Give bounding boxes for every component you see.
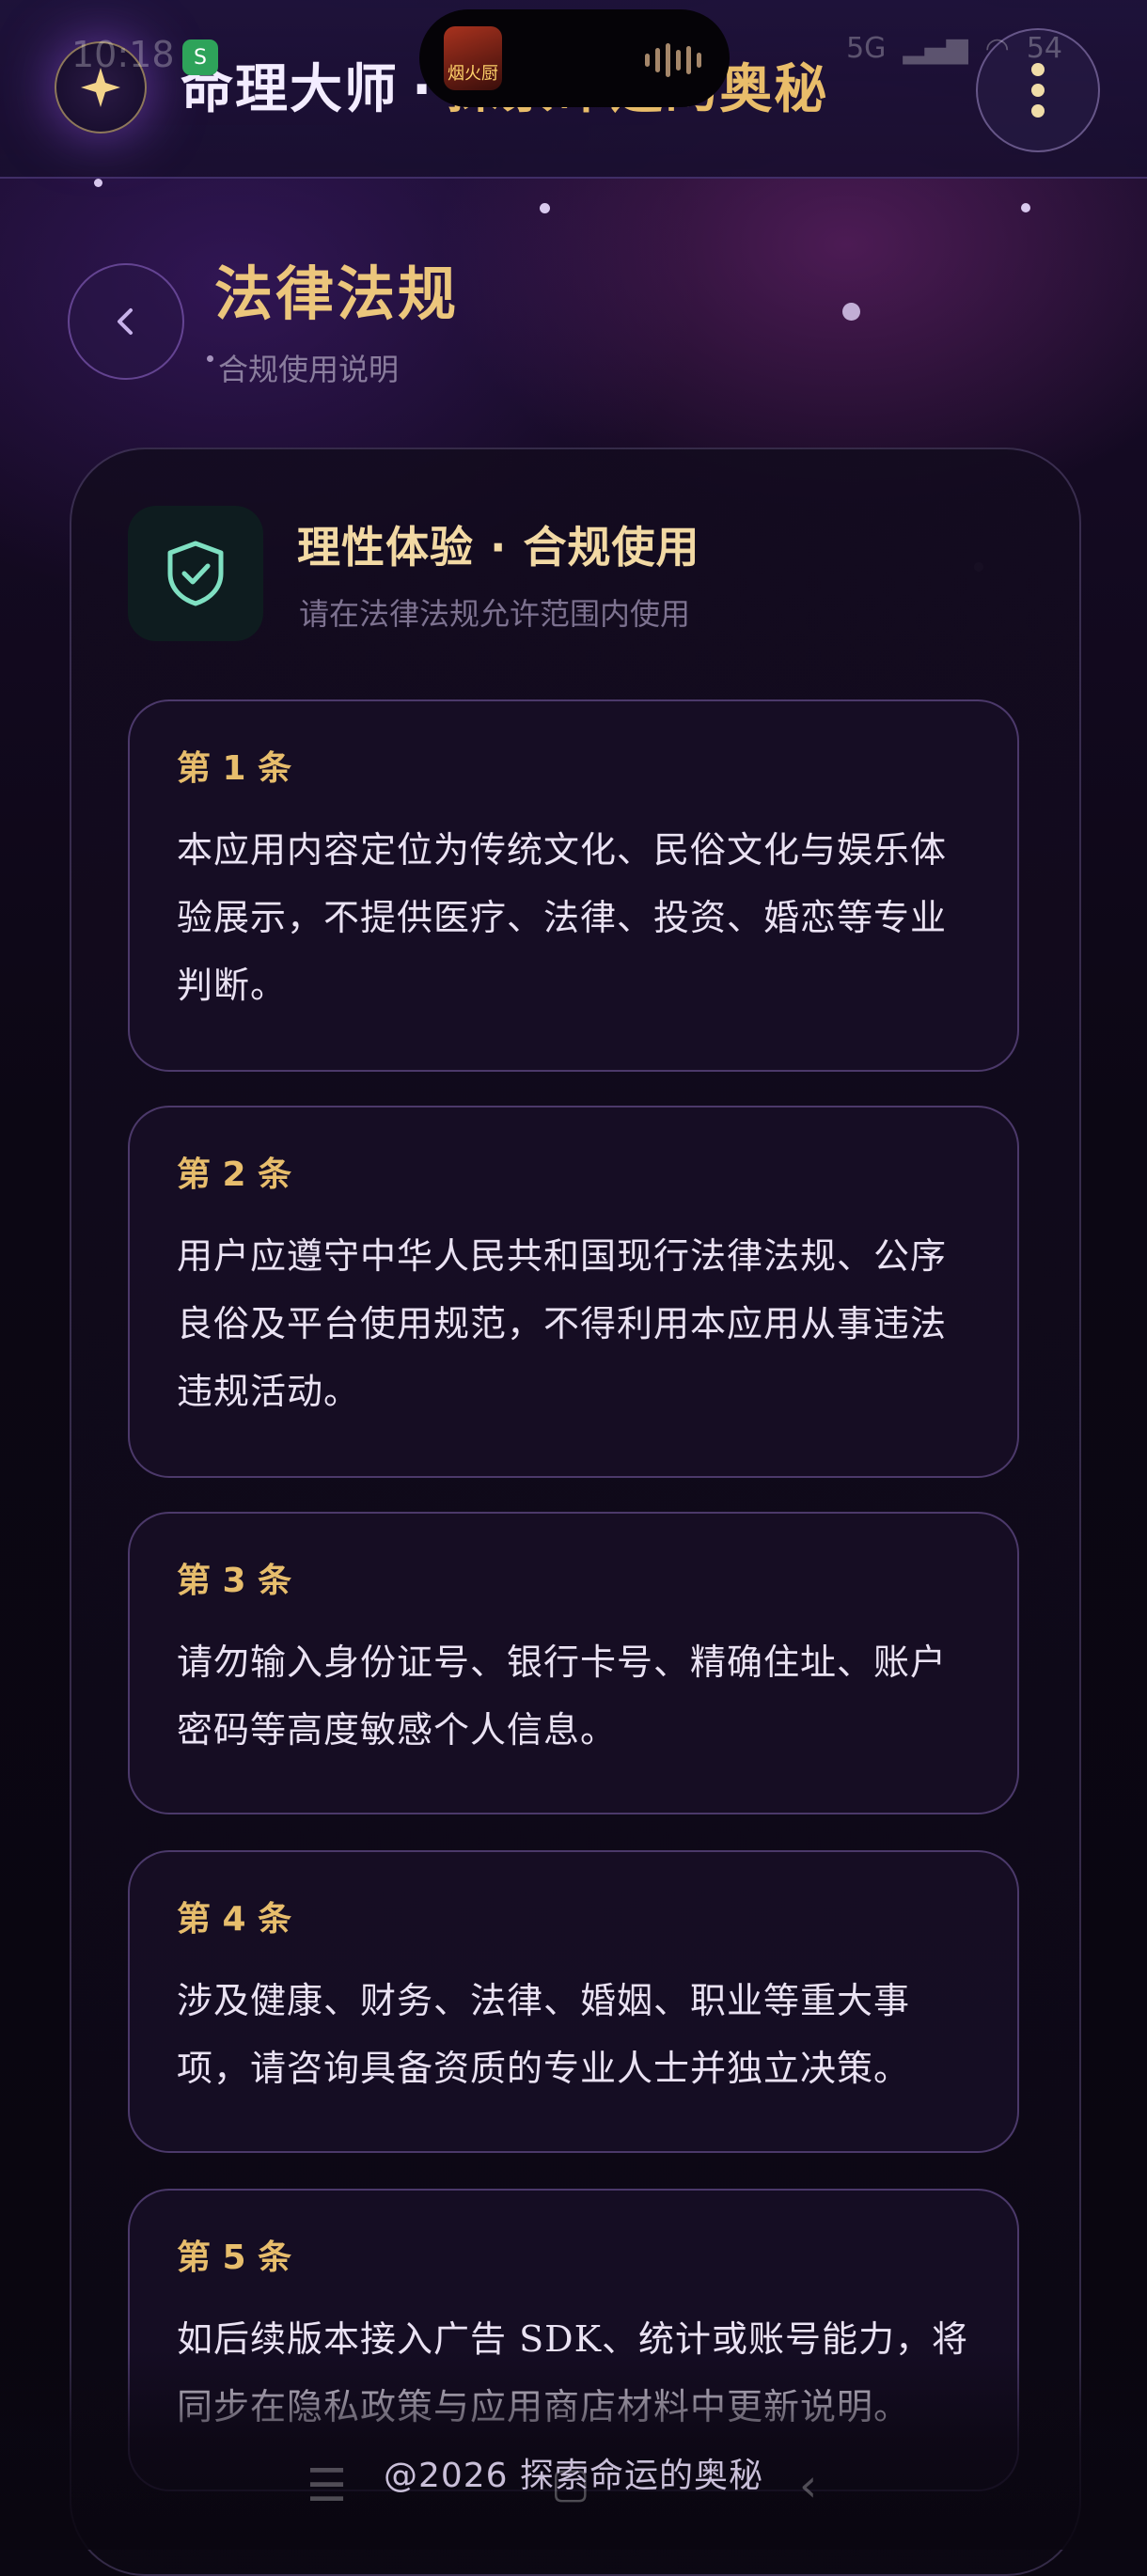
star-decoration [842, 303, 860, 321]
signal-icon: ▂▄▆ [903, 32, 968, 65]
footer-copyright: @2026 探索命运的奥秘 [383, 2457, 764, 2495]
page-subtitle: 合规使用说明 [218, 352, 400, 387]
shield-badge [128, 506, 263, 641]
more-dot [1031, 104, 1045, 118]
star-decoration [94, 179, 102, 187]
network-label: 5G [846, 32, 887, 65]
star-decoration [1021, 203, 1030, 212]
audio-wave-icon [645, 43, 701, 77]
status-icons: 5G ▂▄▆ ◠ 54 [846, 32, 1062, 65]
article-text: 请勿输入身份证号、银行卡号、精确住址、账户密码等高度敏感个人信息。 [177, 1641, 948, 1751]
card-subtitle: 请在法律法规允许范围内使用 [299, 596, 691, 632]
card-title: 理性体验 · 合规使用 [297, 522, 700, 573]
notification-app-icon: S [182, 39, 218, 75]
article-text: 涉及健康、财务、法律、婚姻、职业等重大事项，请咨询具备资质的专业人士并独立决策。 [177, 1980, 911, 2089]
wifi-icon: ◠ [984, 32, 1010, 65]
star-decoration [540, 203, 550, 213]
media-thumbnail-label: 烟火厨 [448, 64, 498, 84]
status-bar: 10:18 S 烟火厨 5G ▂▄▆ ◠ 54 [0, 0, 1147, 107]
status-time: 10:18 [71, 34, 175, 75]
article-text: 本应用内容定位为传统文化、民俗文化与娱乐体验展示，不提供医疗、法律、投资、婚恋等… [177, 829, 948, 1006]
chevron-left-icon [118, 308, 133, 335]
article-label: 第 2 条 [177, 1155, 292, 1194]
shield-check-icon [167, 541, 224, 606]
article-label: 第 5 条 [177, 2238, 292, 2277]
battery-level: 54 [1026, 32, 1062, 65]
media-thumbnail: 烟火厨 [444, 26, 502, 90]
dynamic-island[interactable]: 烟火厨 [419, 9, 730, 107]
article-item: 第 1 条 本应用内容定位为传统文化、民俗文化与娱乐体验展示，不提供医疗、法律、… [128, 699, 1019, 1072]
page-title: 法律法规 [214, 259, 460, 328]
article-label: 第 4 条 [177, 1900, 292, 1939]
article-label: 第 1 条 [177, 749, 292, 788]
article-text: 用户应遵守中华人民共和国现行法律法规、公序良俗及平台使用规范，不得利用本应用从事… [177, 1235, 948, 1412]
back-button[interactable] [68, 263, 184, 380]
article-item: 第 2 条 用户应遵守中华人民共和国现行法律法规、公序良俗及平台使用规范，不得利… [128, 1106, 1019, 1478]
article-item: 第 3 条 请勿输入身份证号、银行卡号、精确住址、账户密码等高度敏感个人信息。 [128, 1512, 1019, 1814]
article-label: 第 3 条 [177, 1562, 292, 1600]
article-item: 第 4 条 涉及健康、财务、法律、婚姻、职业等重大事项，请咨询具备资质的专业人士… [128, 1850, 1019, 2153]
star-decoration [207, 355, 213, 362]
